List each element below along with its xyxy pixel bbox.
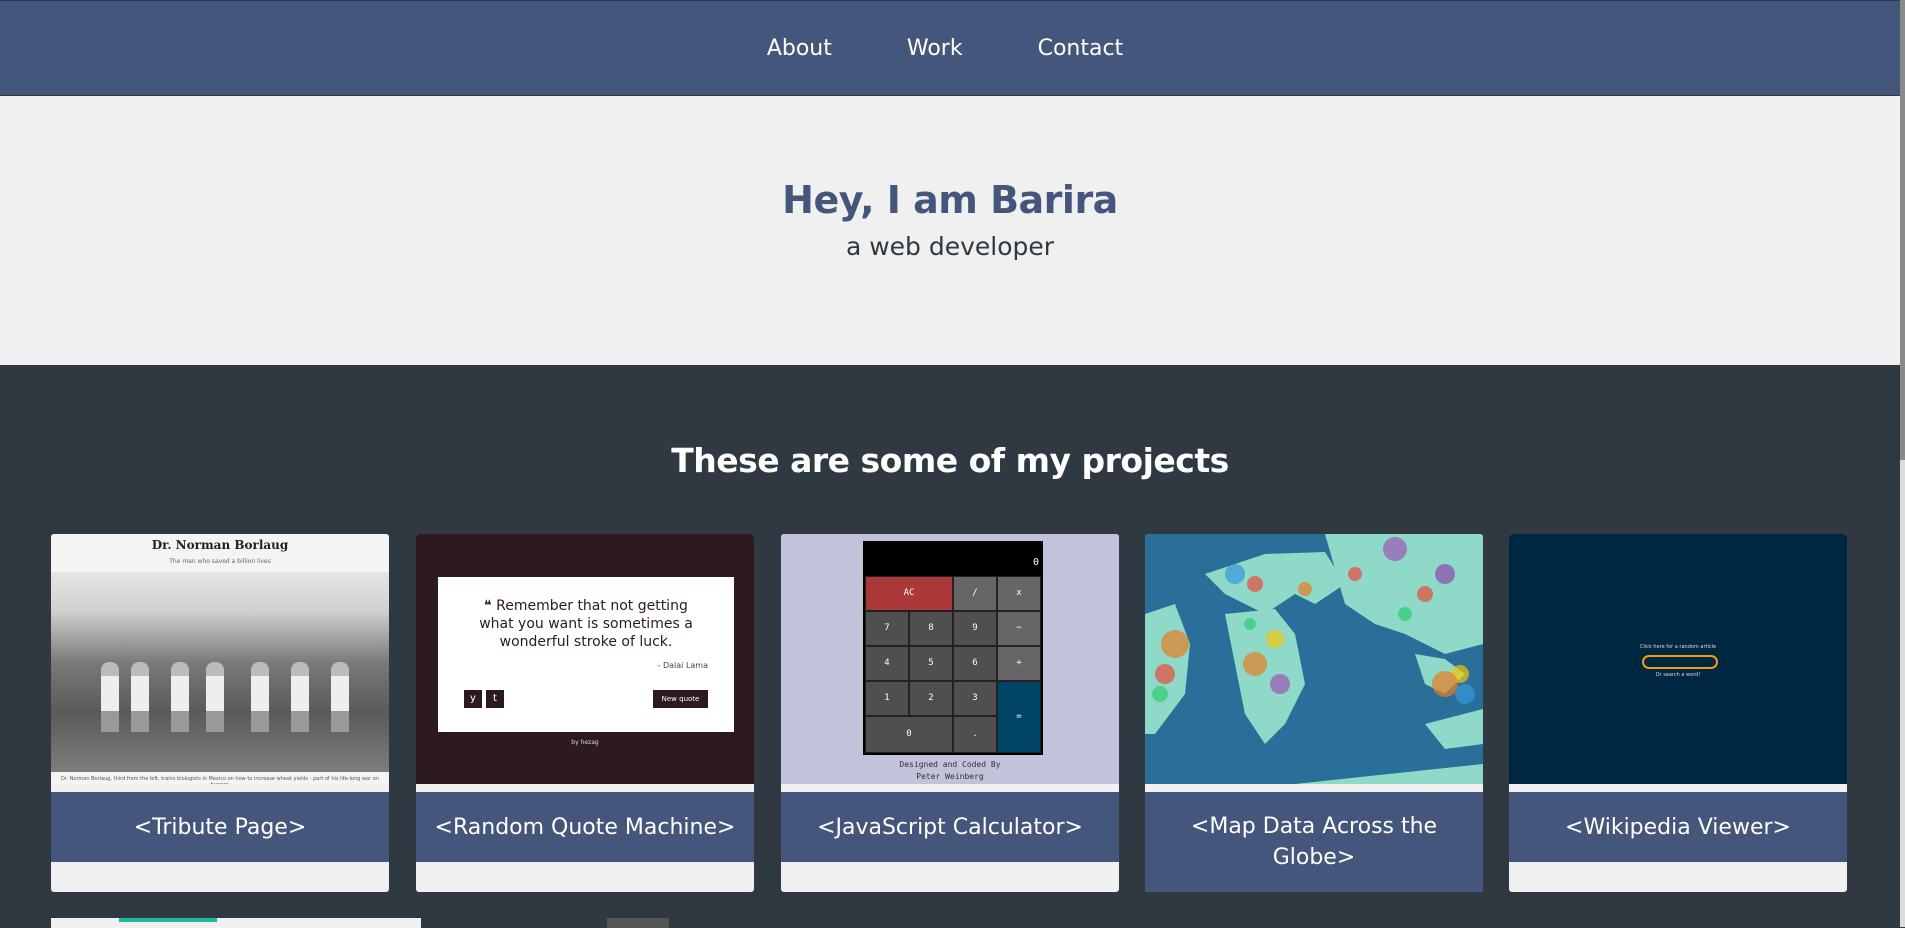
nav-link-about[interactable]: About	[767, 36, 832, 61]
project-tile-javascript-calculator[interactable]: 0 AC / x 7 8 9 − 4 5 6 + 1 2 3 = 0 . Des…	[781, 534, 1119, 892]
calc-key: x	[997, 576, 1041, 611]
calc-key: 1	[865, 681, 909, 716]
welcome-title: Hey, I am Barira	[782, 178, 1118, 222]
calc-key: 3	[953, 681, 997, 716]
figure	[291, 662, 309, 732]
twitter-icon: y	[464, 690, 482, 708]
project-thumbnail: Dr. Norman Borlaug The man who saved a b…	[51, 534, 389, 784]
quote-card: ❝ Remember that not getting what you wan…	[438, 577, 734, 732]
figure	[171, 662, 189, 732]
welcome-section: Hey, I am Barira a web developer	[0, 96, 1900, 365]
tumblr-icon: t	[486, 690, 504, 708]
projects-section: These are some of my projects Dr. Norman…	[0, 365, 1900, 928]
project-thumbnail: ❝ Remember that not getting what you wan…	[416, 534, 754, 784]
project-tile-map-data[interactable]: <Map Data Across the Globe>	[1145, 534, 1483, 892]
preview-photo	[51, 572, 389, 772]
calc-key: AC	[865, 576, 953, 611]
project-thumbnail: Click here for a random article Or searc…	[1509, 534, 1847, 784]
project-title[interactable]: <Random Quote Machine>	[416, 792, 754, 862]
credit-line: Peter Weinberg	[916, 772, 984, 781]
calc-key: 6	[953, 646, 997, 681]
preview-byline: by hezag	[571, 739, 599, 746]
calc-key: +	[997, 646, 1041, 681]
calc-key: 8	[909, 611, 953, 646]
figure	[101, 662, 119, 732]
figure	[251, 662, 269, 732]
projects-heading: These are some of my projects	[671, 441, 1229, 480]
project-title[interactable]: <JavaScript Calculator>	[781, 792, 1119, 862]
preview-random-link: Click here for a random article	[1639, 644, 1717, 650]
calc-key: /	[953, 576, 997, 611]
quote-author: - Dalai Lama	[657, 661, 708, 670]
preview-credit: Designed and Coded By Peter Weinberg	[781, 759, 1119, 783]
project-thumbnail	[1145, 534, 1483, 784]
calc-key: .	[953, 716, 997, 753]
calc-key: 0	[865, 716, 953, 753]
calc-key: 2	[909, 681, 953, 716]
navbar: About Work Contact	[0, 1, 1900, 95]
preview-heading: Dr. Norman Borlaug	[151, 538, 289, 552]
new-quote-button: New quote	[653, 690, 708, 708]
nav-link-work[interactable]: Work	[907, 36, 963, 61]
project-title[interactable]: <Map Data Across the Globe>	[1145, 792, 1483, 892]
preview-search-box	[1642, 655, 1718, 669]
credit-line: Designed and Coded By	[899, 760, 1001, 769]
preview-caption: Dr. Norman Borlaug, third from the left,…	[61, 776, 379, 784]
nav-link-contact[interactable]: Contact	[1038, 36, 1124, 61]
preview-strip	[119, 918, 217, 922]
nav-list: About Work Contact	[767, 36, 1123, 61]
figure	[131, 662, 149, 732]
figure	[206, 662, 224, 732]
calc-key: 7	[865, 611, 909, 646]
preview-subheading: The man who saved a billion lives	[169, 558, 271, 565]
preview-search-hint: Or search a word!	[1655, 672, 1701, 678]
project-tile-wikipedia-viewer[interactable]: Click here for a random article Or searc…	[1509, 534, 1847, 892]
calc-key: 4	[865, 646, 909, 681]
project-title[interactable]: <Tribute Page>	[51, 792, 389, 862]
welcome-subtitle: a web developer	[845, 232, 1055, 261]
quote-body: Remember that not getting what you want …	[479, 598, 693, 650]
scrollbar-thumb[interactable]	[1900, 0, 1905, 460]
quote-text: ❝ Remember that not getting what you wan…	[468, 597, 704, 651]
calc-key: =	[997, 681, 1041, 753]
quote-icon: ❝	[484, 598, 497, 614]
project-title[interactable]: <Wikipedia Viewer>	[1509, 792, 1847, 862]
calculator-preview: 0 AC / x 7 8 9 − 4 5 6 + 1 2 3 = 0 .	[863, 541, 1043, 755]
calc-key: 5	[909, 646, 953, 681]
project-thumbnail: 0 AC / x 7 8 9 − 4 5 6 + 1 2 3 = 0 . Des…	[781, 534, 1119, 784]
project-tile-random-quote-machine[interactable]: ❝ Remember that not getting what you wan…	[416, 534, 754, 892]
figure	[331, 662, 349, 732]
page-scrollbar[interactable]	[1900, 0, 1905, 927]
calc-key: 9	[953, 611, 997, 646]
project-tile-tribute-page[interactable]: Dr. Norman Borlaug The man who saved a b…	[51, 534, 389, 892]
world-map-preview	[1145, 534, 1483, 784]
calc-key: −	[997, 611, 1041, 646]
calculator-display: 0	[1032, 557, 1039, 568]
